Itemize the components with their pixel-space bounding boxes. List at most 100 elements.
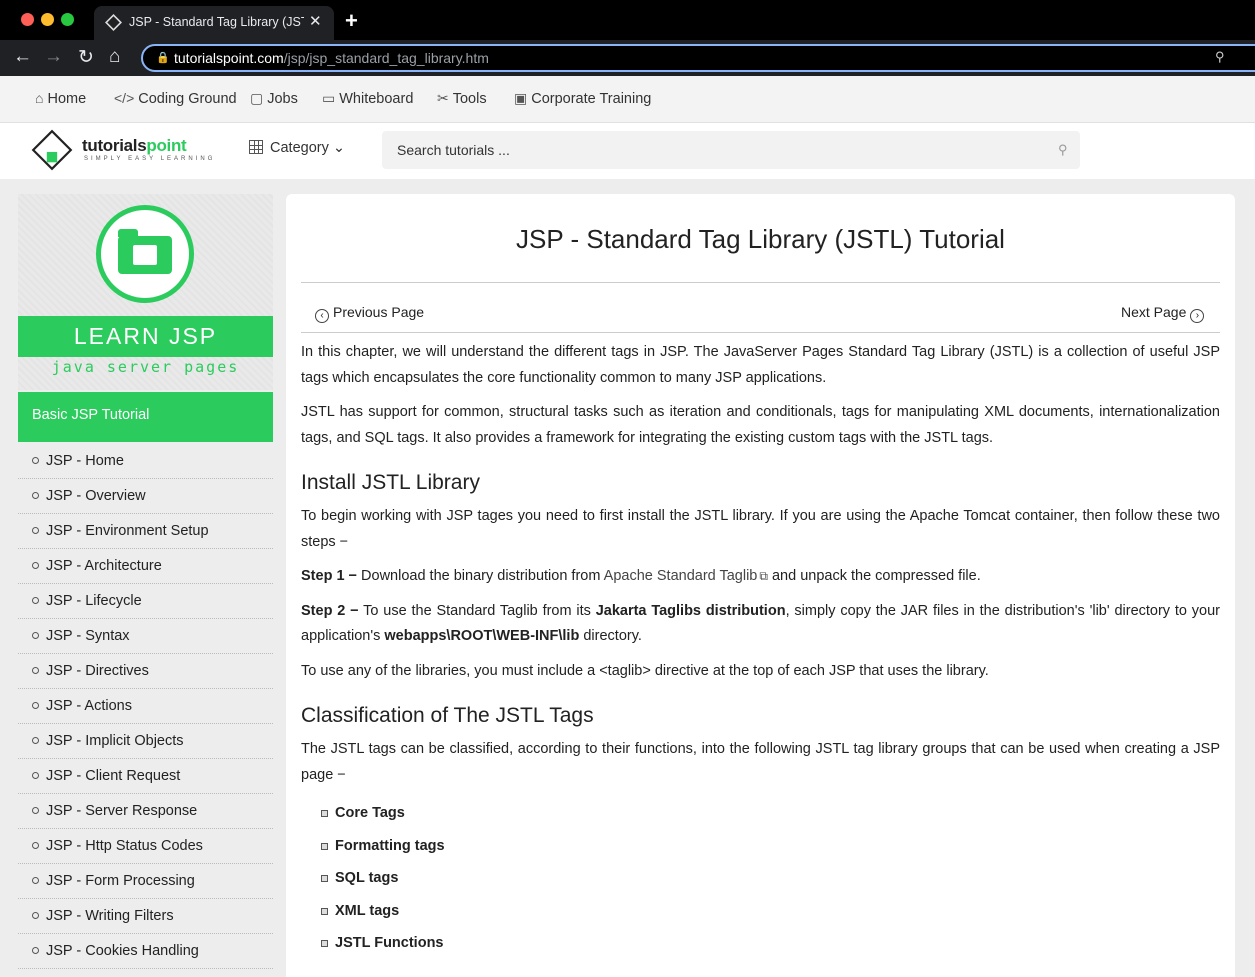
bookmark-tools[interactable]: ✂ Tools — [437, 90, 487, 107]
article-body: In this chapter, we will understand the … — [301, 340, 1220, 960]
sidebar-item-lifecycle[interactable]: JSP - Lifecycle — [18, 584, 273, 619]
bullet-icon — [32, 492, 39, 499]
browser-toolbar: ← → ↻ ⌂ 🔒 tutorialspoint.com/jsp/jsp_sta… — [0, 40, 1255, 76]
chevron-left-icon: ‹ — [315, 309, 329, 323]
browser-titlebar: JSP - Standard Tag Library (JSTL) Tutori… — [0, 0, 1255, 40]
install-paragraph: To begin working with JSP tages you need… — [301, 508, 1220, 550]
sidebar-item-cookies-handling[interactable]: JSP - Cookies Handling — [18, 934, 273, 969]
bullet-icon — [32, 632, 39, 639]
tab-close-icon[interactable]: ✕ — [309, 12, 322, 30]
square-bullet-icon — [321, 940, 328, 947]
list-item: Core Tags — [301, 797, 1220, 830]
logo-diamond-icon — [31, 129, 73, 171]
square-bullet-icon — [321, 907, 328, 915]
main-content: JSP - Standard Tag Library (JSTL) Tutori… — [286, 194, 1235, 977]
search-input[interactable] — [382, 131, 1042, 169]
category-dropdown[interactable]: Category ⌄ — [249, 140, 345, 156]
address-bar[interactable]: 🔒 tutorialspoint.com/jsp/jsp_standard_ta… — [141, 44, 1255, 72]
home-icon: ⌂ — [35, 90, 44, 106]
divider — [301, 282, 1220, 283]
sidebar-item-syntax[interactable]: JSP - Syntax — [18, 619, 273, 654]
grid-icon — [249, 140, 263, 154]
heading-install-jstl: Install JSTL Library — [301, 471, 480, 494]
sidebar-item-http-status-codes[interactable]: JSP - Http Status Codes — [18, 829, 273, 864]
banner-title: LEARN JSP — [18, 316, 273, 357]
square-bullet-icon — [321, 810, 328, 817]
chevron-right-icon: › — [1190, 309, 1205, 323]
whiteboard-icon: ▭ — [322, 90, 336, 106]
tutorialspoint-favicon-icon — [105, 14, 122, 31]
close-window-button[interactable] — [21, 13, 34, 26]
sidebar-item-home[interactable]: JSP - Home — [18, 444, 273, 479]
bullet-icon — [32, 667, 39, 674]
sidebar-section-title[interactable]: Basic JSP Tutorial — [18, 392, 273, 442]
bookmark-coding-ground[interactable]: </> Coding Ground — [114, 90, 237, 107]
square-bullet-icon — [321, 842, 328, 850]
bookmark-whiteboard[interactable]: ▭ Whiteboard — [322, 90, 413, 107]
reload-icon[interactable]: ↻ — [78, 46, 94, 69]
bullet-icon — [32, 912, 39, 919]
sidebar-item-overview[interactable]: JSP - Overview — [18, 479, 273, 514]
sidebar-item-form-processing[interactable]: JSP - Form Processing — [18, 864, 273, 899]
back-arrow-icon[interactable]: ← — [13, 46, 32, 68]
sidebar-item-environment-setup[interactable]: JSP - Environment Setup — [18, 514, 273, 549]
divider — [301, 332, 1220, 333]
minimize-window-button[interactable] — [41, 13, 54, 26]
maximize-window-button[interactable] — [61, 13, 74, 26]
classification-paragraph: The JSTL tags can be classified, accordi… — [301, 741, 1220, 783]
chevron-down-icon: ⌄ — [328, 140, 346, 156]
sidebar-item-actions[interactable]: JSP - Actions — [18, 689, 273, 724]
bullet-icon — [32, 562, 39, 569]
new-tab-button[interactable]: + — [345, 8, 358, 34]
list-item: XML tags — [301, 895, 1220, 928]
sidebar: LEARN JSP java server pages Basic JSP Tu… — [18, 194, 273, 977]
search-icon[interactable]: ⚲ — [1058, 142, 1068, 158]
forward-arrow-icon[interactable]: → — [44, 46, 63, 68]
sidebar-item-client-request[interactable]: JSP - Client Request — [18, 759, 273, 794]
apache-standard-taglib-link[interactable]: Apache Standard Taglib — [604, 568, 758, 584]
heading-classification: Classification of The JSTL Tags — [301, 704, 594, 727]
learn-jsp-banner: LEARN JSP java server pages — [18, 194, 273, 390]
intro-paragraph-1: In this chapter, we will understand the … — [301, 344, 1220, 386]
banner-subtitle: java server pages — [51, 358, 240, 376]
external-link-icon: ⧉ — [759, 569, 768, 583]
bullet-icon — [32, 842, 39, 849]
intro-paragraph-2: JSTL has support for common, structural … — [301, 404, 1220, 446]
tag-groups-list: Core Tags Formatting tags SQL tags XML t… — [301, 797, 1220, 960]
search-icon[interactable]: ⚲ — [1215, 49, 1225, 65]
bullet-icon — [32, 737, 39, 744]
previous-page-link[interactable]: ‹ Previous Page — [315, 304, 424, 323]
home-icon[interactable]: ⌂ — [109, 46, 120, 68]
bullet-icon — [32, 877, 39, 884]
bullet-icon — [32, 457, 39, 464]
next-page-link[interactable]: Next Page › — [1121, 304, 1205, 323]
bullet-icon — [32, 947, 39, 954]
bookmark-jobs[interactable]: ▢ Jobs — [250, 90, 298, 107]
jsp-folder-icon — [96, 205, 194, 303]
list-item: Formatting tags — [301, 830, 1220, 863]
step-1-paragraph: Step 1 − Download the binary distributio… — [301, 564, 1220, 590]
training-icon: ▣ — [514, 90, 528, 106]
bullet-icon — [32, 597, 39, 604]
bullet-icon — [32, 772, 39, 779]
bookmark-home[interactable]: ⌂ Home — [35, 90, 86, 107]
sidebar-item-writing-filters[interactable]: JSP - Writing Filters — [18, 899, 273, 934]
bookmark-corporate-training[interactable]: ▣ Corporate Training — [514, 90, 651, 107]
tutorialspoint-logo[interactable]: tutorialspoint SIMPLY EASY LEARNING — [28, 126, 228, 174]
search-container: ⚲ — [382, 131, 1080, 169]
sidebar-item-architecture[interactable]: JSP - Architecture — [18, 549, 273, 584]
logo-tagline: SIMPLY EASY LEARNING — [84, 156, 216, 162]
bullet-icon — [32, 807, 39, 814]
sidebar-item-directives[interactable]: JSP - Directives — [18, 654, 273, 689]
list-item: SQL tags — [301, 862, 1220, 895]
briefcase-icon: ▢ — [250, 90, 264, 106]
bookmarks-bar: ⌂ Home </> Coding Ground ▢ Jobs ▭ Whiteboard… — [0, 76, 1255, 123]
sidebar-item-server-response[interactable]: JSP - Server Response — [18, 794, 273, 829]
browser-tab[interactable]: JSP - Standard Tag Library (JSTL) Tutori… — [94, 6, 334, 40]
square-bullet-icon — [321, 875, 328, 882]
lock-icon: 🔒 — [156, 52, 170, 64]
sidebar-item-implicit-objects[interactable]: JSP - Implicit Objects — [18, 724, 273, 759]
bullet-icon — [32, 527, 39, 534]
list-item: JSTL Functions — [301, 927, 1220, 960]
url-text[interactable]: tutorialspoint.com/jsp/jsp_standard_tag_… — [174, 50, 489, 66]
